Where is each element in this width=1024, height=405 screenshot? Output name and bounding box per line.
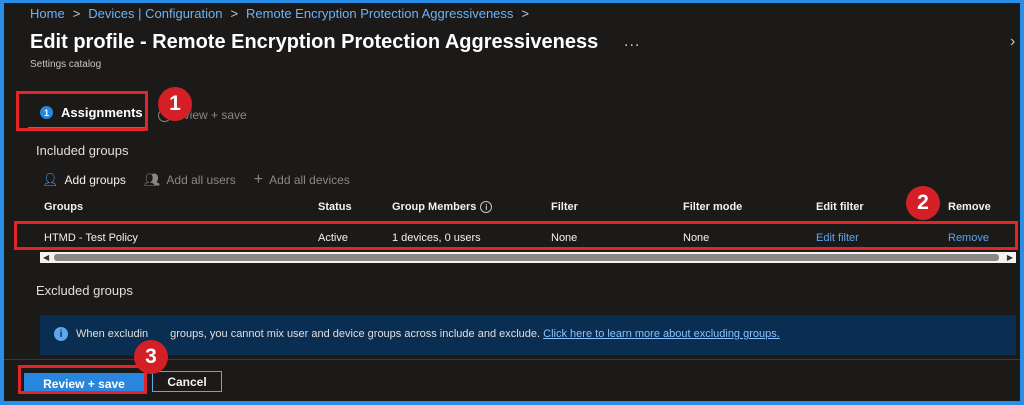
scroll-left-icon[interactable]: ◀ (43, 252, 49, 263)
info-text-part-1: When excludin (76, 328, 149, 340)
more-options-icon[interactable]: ... (624, 33, 640, 51)
breadcrumb-separator: > (521, 6, 529, 21)
info-banner: i When excludin groups, you cannot mix u… (40, 315, 1016, 355)
scrollbar-thumb[interactable] (54, 254, 999, 261)
column-header-filter-mode[interactable]: Filter mode (683, 201, 742, 213)
breadcrumb: Home > Devices | Configuration > Remote … (30, 6, 529, 21)
included-groups-heading: Included groups (36, 143, 129, 158)
plus-icon: + (253, 171, 264, 188)
add-all-devices-button[interactable]: + Add all devices (254, 171, 350, 189)
annotation-highlight-row (14, 221, 1018, 250)
info-banner-text: When excludin groups, you cannot mix use… (76, 328, 780, 340)
column-header-remove[interactable]: Remove (948, 201, 991, 213)
column-header-group-members[interactable]: Group Members i (392, 201, 493, 214)
add-groups-label: Add groups (64, 173, 126, 187)
group-members-label: Group Members (392, 201, 477, 213)
people-icon: 👥︎ (143, 172, 161, 187)
column-header-groups[interactable]: Groups (44, 201, 83, 213)
command-bar: 👤︎ Add groups 👥︎ Add all users + Add all… (42, 171, 350, 189)
annotation-highlight-review-save (18, 365, 147, 394)
edit-profile-window: Home > Devices | Configuration > Remote … (4, 3, 1020, 401)
breadcrumb-devices-configuration[interactable]: Devices | Configuration (88, 6, 222, 21)
cancel-button[interactable]: Cancel (152, 371, 222, 392)
close-icon[interactable]: › (1010, 33, 1015, 51)
column-header-status[interactable]: Status (318, 201, 352, 213)
page-title: Edit profile - Remote Encryption Protect… (30, 31, 599, 53)
breadcrumb-separator: > (72, 6, 81, 21)
info-icon[interactable]: i (480, 201, 493, 214)
scroll-right-icon[interactable]: ▶ (1007, 252, 1013, 263)
add-all-devices-label: Add all devices (269, 173, 350, 187)
horizontal-scrollbar[interactable]: ◀ ▶ (40, 252, 1016, 263)
column-header-filter[interactable]: Filter (551, 201, 578, 213)
page-subtitle: Settings catalog (30, 59, 102, 70)
add-all-users-button[interactable]: 👥︎ Add all users (144, 172, 236, 188)
annotation-badge-3: 3 (134, 340, 168, 374)
breadcrumb-profile[interactable]: Remote Encryption Protection Aggressiven… (246, 6, 513, 21)
add-all-users-label: Add all users (166, 173, 236, 187)
breadcrumb-separator: > (230, 6, 239, 21)
annotation-badge-1: 1 (158, 87, 192, 121)
learn-more-link[interactable]: Click here to learn more about excluding… (543, 328, 780, 340)
annotation-highlight-assignments (16, 91, 148, 131)
breadcrumb-home[interactable]: Home (30, 6, 65, 21)
annotation-badge-2: 2 (906, 186, 940, 220)
column-header-edit-filter[interactable]: Edit filter (816, 201, 864, 213)
person-add-icon: 👤︎ (42, 172, 59, 187)
add-groups-button[interactable]: 👤︎ Add groups (42, 172, 126, 188)
excluded-groups-heading: Excluded groups (36, 283, 133, 298)
info-icon: i (54, 327, 68, 341)
info-text-part-2: groups, you cannot mix user and device g… (170, 328, 541, 340)
